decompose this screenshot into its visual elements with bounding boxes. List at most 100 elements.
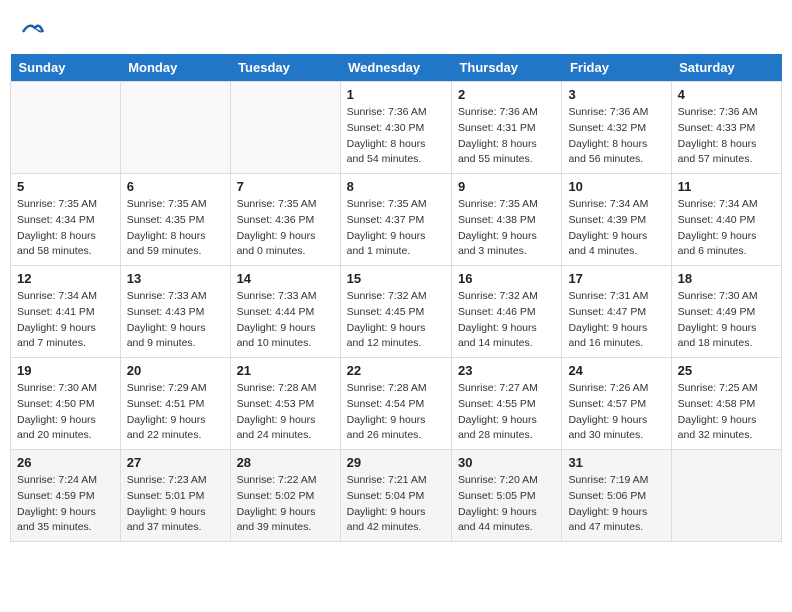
day-info: Sunrise: 7:34 AMSunset: 4:41 PMDaylight:… (17, 289, 114, 352)
weekday-header: Sunday (11, 54, 121, 82)
day-info: Sunrise: 7:29 AMSunset: 4:51 PMDaylight:… (127, 381, 224, 444)
calendar-day-cell: 30 Sunrise: 7:20 AMSunset: 5:05 PMDayligh… (451, 450, 561, 542)
day-info: Sunrise: 7:24 AMSunset: 4:59 PMDaylight:… (17, 473, 114, 536)
calendar-day-cell (671, 450, 781, 542)
day-number: 12 (17, 271, 114, 286)
calendar-day-cell: 5 Sunrise: 7:35 AMSunset: 4:34 PMDaylight… (11, 174, 121, 266)
calendar-day-cell: 10 Sunrise: 7:34 AMSunset: 4:39 PMDayligh… (562, 174, 671, 266)
calendar-day-cell: 31 Sunrise: 7:19 AMSunset: 5:06 PMDayligh… (562, 450, 671, 542)
day-info: Sunrise: 7:36 AMSunset: 4:33 PMDaylight:… (678, 105, 775, 168)
day-info: Sunrise: 7:33 AMSunset: 4:44 PMDaylight:… (237, 289, 334, 352)
day-number: 14 (237, 271, 334, 286)
day-info: Sunrise: 7:32 AMSunset: 4:45 PMDaylight:… (347, 289, 445, 352)
day-number: 13 (127, 271, 224, 286)
calendar-day-cell: 9 Sunrise: 7:35 AMSunset: 4:38 PMDaylight… (451, 174, 561, 266)
calendar-day-cell (120, 82, 230, 174)
day-number: 9 (458, 179, 555, 194)
calendar-day-cell: 3 Sunrise: 7:36 AMSunset: 4:32 PMDaylight… (562, 82, 671, 174)
day-number: 10 (568, 179, 664, 194)
weekday-header: Friday (562, 54, 671, 82)
calendar-day-cell: 6 Sunrise: 7:35 AMSunset: 4:35 PMDaylight… (120, 174, 230, 266)
calendar-day-cell: 8 Sunrise: 7:35 AMSunset: 4:37 PMDaylight… (340, 174, 451, 266)
calendar-day-cell: 25Sunrise: 7:25 AMSunset: 4:58 PMDayligh… (671, 358, 781, 450)
calendar-day-cell: 21Sunrise: 7:28 AMSunset: 4:53 PMDayligh… (230, 358, 340, 450)
day-info: Sunrise: 7:19 AMSunset: 5:06 PMDaylight:… (568, 473, 664, 536)
calendar-day-cell: 26 Sunrise: 7:24 AMSunset: 4:59 PMDayligh… (11, 450, 121, 542)
day-info: Sunrise: 7:28 AMSunset: 4:54 PMDaylight:… (347, 381, 445, 444)
calendar-day-cell: 2Sunrise: 7:36 AMSunset: 4:31 PMDaylight… (451, 82, 561, 174)
calendar-day-cell: 16 Sunrise: 7:32 AMSunset: 4:46 PMDayligh… (451, 266, 561, 358)
day-number: 3 (568, 87, 664, 102)
calendar-week-row: 5 Sunrise: 7:35 AMSunset: 4:34 PMDaylight… (11, 174, 782, 266)
day-number: 16 (458, 271, 555, 286)
day-info: Sunrise: 7:36 AMSunset: 4:32 PMDaylight:… (568, 105, 664, 168)
day-info: Sunrise: 7:36 AMSunset: 4:30 PMDaylight:… (347, 105, 445, 168)
day-info: Sunrise: 7:20 AMSunset: 5:05 PMDaylight:… (458, 473, 555, 536)
day-number: 30 (458, 455, 555, 470)
day-info: Sunrise: 7:30 AMSunset: 4:50 PMDaylight:… (17, 381, 114, 444)
day-info: Sunrise: 7:26 AMSunset: 4:57 PMDaylight:… (568, 381, 664, 444)
day-number: 25 (678, 363, 775, 378)
calendar-day-cell: 11 Sunrise: 7:34 AMSunset: 4:40 PMDayligh… (671, 174, 781, 266)
day-info: Sunrise: 7:35 AMSunset: 4:35 PMDaylight:… (127, 197, 224, 260)
calendar-day-cell (11, 82, 121, 174)
day-info: Sunrise: 7:35 AMSunset: 4:37 PMDaylight:… (347, 197, 445, 260)
day-number: 15 (347, 271, 445, 286)
day-number: 1 (347, 87, 445, 102)
calendar-day-cell: 1 Sunrise: 7:36 AMSunset: 4:30 PMDaylight… (340, 82, 451, 174)
day-number: 23 (458, 363, 555, 378)
day-info: Sunrise: 7:28 AMSunset: 4:53 PMDaylight:… (237, 381, 334, 444)
day-number: 19 (17, 363, 114, 378)
day-info: Sunrise: 7:23 AMSunset: 5:01 PMDaylight:… (127, 473, 224, 536)
day-number: 17 (568, 271, 664, 286)
calendar-day-cell: 17 Sunrise: 7:31 AMSunset: 4:47 PMDayligh… (562, 266, 671, 358)
calendar-day-cell: 15 Sunrise: 7:32 AMSunset: 4:45 PMDayligh… (340, 266, 451, 358)
weekday-header: Thursday (451, 54, 561, 82)
day-number: 26 (17, 455, 114, 470)
weekday-header: Saturday (671, 54, 781, 82)
logo-icon (21, 20, 45, 44)
day-number: 27 (127, 455, 224, 470)
day-number: 31 (568, 455, 664, 470)
day-number: 24 (568, 363, 664, 378)
day-info: Sunrise: 7:22 AMSunset: 5:02 PMDaylight:… (237, 473, 334, 536)
day-info: Sunrise: 7:35 AMSunset: 4:36 PMDaylight:… (237, 197, 334, 260)
day-number: 4 (678, 87, 775, 102)
calendar-day-cell: 12 Sunrise: 7:34 AMSunset: 4:41 PMDayligh… (11, 266, 121, 358)
page-header (10, 10, 782, 49)
day-number: 7 (237, 179, 334, 194)
calendar-day-cell: 27 Sunrise: 7:23 AMSunset: 5:01 PMDayligh… (120, 450, 230, 542)
weekday-header: Wednesday (340, 54, 451, 82)
day-number: 5 (17, 179, 114, 194)
day-number: 6 (127, 179, 224, 194)
calendar-day-cell: 24 Sunrise: 7:26 AMSunset: 4:57 PMDayligh… (562, 358, 671, 450)
weekday-header: Monday (120, 54, 230, 82)
logo (20, 20, 45, 44)
day-info: Sunrise: 7:34 AMSunset: 4:39 PMDaylight:… (568, 197, 664, 260)
calendar-day-cell: 18Sunrise: 7:30 AMSunset: 4:49 PMDayligh… (671, 266, 781, 358)
day-number: 2 (458, 87, 555, 102)
day-number: 20 (127, 363, 224, 378)
weekday-header: Tuesday (230, 54, 340, 82)
calendar-day-cell: 19 Sunrise: 7:30 AMSunset: 4:50 PMDayligh… (11, 358, 121, 450)
day-info: Sunrise: 7:21 AMSunset: 5:04 PMDaylight:… (347, 473, 445, 536)
calendar-day-cell: 23Sunrise: 7:27 AMSunset: 4:55 PMDayligh… (451, 358, 561, 450)
day-info: Sunrise: 7:32 AMSunset: 4:46 PMDaylight:… (458, 289, 555, 352)
day-info: Sunrise: 7:35 AMSunset: 4:38 PMDaylight:… (458, 197, 555, 260)
day-number: 22 (347, 363, 445, 378)
calendar-day-cell: 22 Sunrise: 7:28 AMSunset: 4:54 PMDayligh… (340, 358, 451, 450)
calendar-week-row: 26 Sunrise: 7:24 AMSunset: 4:59 PMDayligh… (11, 450, 782, 542)
logo-text (20, 20, 45, 44)
day-number: 29 (347, 455, 445, 470)
day-info: Sunrise: 7:30 AMSunset: 4:49 PMDaylight:… (678, 289, 775, 352)
calendar-day-cell: 28 Sunrise: 7:22 AMSunset: 5:02 PMDayligh… (230, 450, 340, 542)
day-info: Sunrise: 7:35 AMSunset: 4:34 PMDaylight:… (17, 197, 114, 260)
day-info: Sunrise: 7:31 AMSunset: 4:47 PMDaylight:… (568, 289, 664, 352)
day-info: Sunrise: 7:33 AMSunset: 4:43 PMDaylight:… (127, 289, 224, 352)
calendar-day-cell (230, 82, 340, 174)
day-number: 8 (347, 179, 445, 194)
day-number: 11 (678, 179, 775, 194)
day-info: Sunrise: 7:34 AMSunset: 4:40 PMDaylight:… (678, 197, 775, 260)
calendar-day-cell: 4 Sunrise: 7:36 AMSunset: 4:33 PMDaylight… (671, 82, 781, 174)
day-number: 28 (237, 455, 334, 470)
